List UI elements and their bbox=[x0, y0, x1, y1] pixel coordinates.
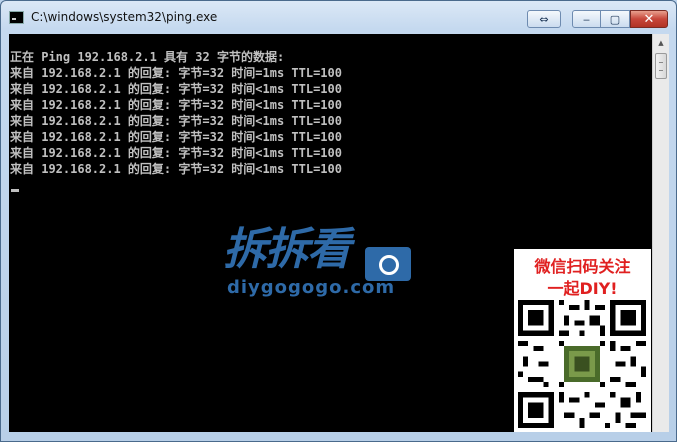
scroll-up-arrow-icon[interactable]: ▲ bbox=[653, 34, 669, 51]
watermark-logo: 拆拆看 diygogogo.com bbox=[223, 213, 423, 303]
console-line: 来自 192.168.2.1 的回复: 字节=32 时间=1ms TTL=100 bbox=[10, 66, 342, 80]
qr-code-icon bbox=[518, 300, 646, 428]
minimize-button[interactable]: ‒ bbox=[572, 10, 601, 28]
qr-caption-line1: 微信扫码关注 bbox=[534, 257, 631, 276]
close-button[interactable]: ✕ bbox=[630, 10, 668, 28]
console-line: 来自 192.168.2.1 的回复: 字节=32 时间<1ms TTL=100 bbox=[10, 162, 342, 176]
text-cursor bbox=[11, 189, 19, 192]
qr-promo-panel: 微信扫码关注 一起DIY! bbox=[514, 249, 651, 432]
qr-caption-line2: 一起DIY! bbox=[547, 279, 618, 298]
console-line: 来自 192.168.2.1 的回复: 字节=32 时间<1ms TTL=100 bbox=[10, 146, 342, 160]
console-line: 正在 Ping 192.168.2.1 具有 32 字节的数据: bbox=[10, 50, 285, 64]
console-line: 来自 192.168.2.1 的回复: 字节=32 时间<1ms TTL=100 bbox=[10, 130, 342, 144]
watermark-site: diygogogo.com bbox=[227, 277, 396, 298]
console-window: C:\windows\system32\ping.exe ⇔ ‒ ▢ ✕ 正在 … bbox=[0, 0, 677, 442]
watermark-brand: 拆拆看 bbox=[223, 224, 351, 275]
snap-restore-button[interactable]: ⇔ bbox=[527, 10, 561, 28]
console-line: 来自 192.168.2.1 的回复: 字节=32 时间<1ms TTL=100 bbox=[10, 114, 342, 128]
maximize-button[interactable]: ▢ bbox=[601, 10, 630, 28]
cmd-icon[interactable] bbox=[9, 11, 24, 24]
camera-icon bbox=[365, 247, 411, 281]
vertical-scrollbar[interactable]: ▲ bbox=[652, 34, 669, 432]
scrollbar-thumb[interactable] bbox=[655, 53, 667, 79]
title-bar[interactable]: C:\windows\system32\ping.exe ⇔ ‒ ▢ ✕ bbox=[1, 1, 676, 35]
console-line: 来自 192.168.2.1 的回复: 字节=32 时间<1ms TTL=100 bbox=[10, 82, 342, 96]
window-title: C:\windows\system32\ping.exe bbox=[31, 10, 218, 24]
console-line: 来自 192.168.2.1 的回复: 字节=32 时间<1ms TTL=100 bbox=[10, 98, 342, 112]
